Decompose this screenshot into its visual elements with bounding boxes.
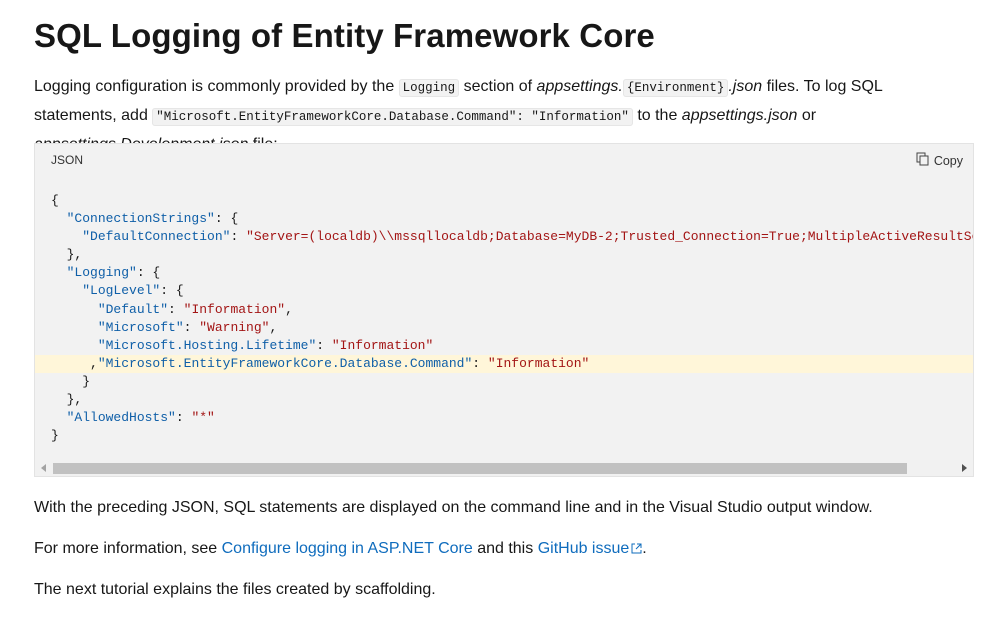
code-line: "Logging": { (66, 265, 161, 281)
intro-emphasis: appsettings.json (681, 107, 798, 124)
configure-logging-link[interactable]: Configure logging in ASP.NET Core (222, 540, 473, 557)
horizontal-scrollbar[interactable] (35, 460, 973, 476)
inline-code-logging: Logging (398, 79, 460, 97)
intro-emphasis: .json (728, 78, 763, 95)
intro-text: section of (459, 78, 537, 95)
code-content: { "ConnectionStrings": { "DefaultConnect… (35, 192, 973, 452)
intro-text: Logging configuration is commonly provid… (34, 78, 399, 95)
code-block: JSON Copy { "ConnectionStrings": { "Defa… (34, 143, 974, 477)
code-line: }, (66, 247, 83, 263)
code-line: "DefaultConnection": "Server=(localdb)\\… (82, 229, 973, 245)
scroll-right-icon[interactable] (962, 464, 967, 472)
inline-code-environment: {Environment} (622, 79, 729, 97)
inline-code-command: "Microsoft.EntityFrameworkCore.Database.… (152, 108, 633, 126)
code-line: } (82, 373, 91, 389)
code-line: "ConnectionStrings": { (66, 211, 239, 227)
code-line: "AllowedHosts": "*" (66, 410, 215, 426)
code-line: }, (66, 392, 83, 408)
code-line: "Default": "Information", (97, 301, 293, 317)
page-title: SQL Logging of Entity Framework Core (34, 17, 655, 54)
scroll-left-icon[interactable] (41, 464, 46, 472)
copy-label: Copy (933, 153, 963, 168)
code-block-header: JSON Copy (35, 144, 973, 176)
code-line: { (51, 193, 59, 208)
code-line: "Microsoft": "Warning", (97, 319, 278, 335)
intro-text: to the (632, 107, 682, 124)
external-link-icon (631, 536, 642, 563)
code-line: } (51, 428, 59, 444)
github-issue-link[interactable]: GitHub issue (538, 540, 643, 557)
intro-emphasis: appsettings. (536, 78, 623, 95)
copy-icon (916, 152, 929, 169)
paragraph-output: With the preceding JSON, SQL statements … (34, 499, 873, 516)
paragraph-next-tutorial: The next tutorial explains the files cre… (34, 581, 436, 598)
paragraph-more-info: For more information, see Configure logg… (34, 535, 647, 563)
code-line: "Microsoft.Hosting.Lifetime": "Informati… (97, 337, 434, 353)
copy-button[interactable]: Copy (916, 152, 963, 169)
code-language-label: JSON (51, 153, 84, 167)
code-line: "LogLevel": { (82, 283, 184, 299)
article: SQL Logging of Entity Framework Core Log… (34, 14, 974, 598)
code-line-highlighted: ,"Microsoft.EntityFrameworkCore.Database… (35, 354, 973, 373)
scrollbar-thumb[interactable] (53, 463, 907, 474)
intro-text: or (797, 107, 817, 124)
